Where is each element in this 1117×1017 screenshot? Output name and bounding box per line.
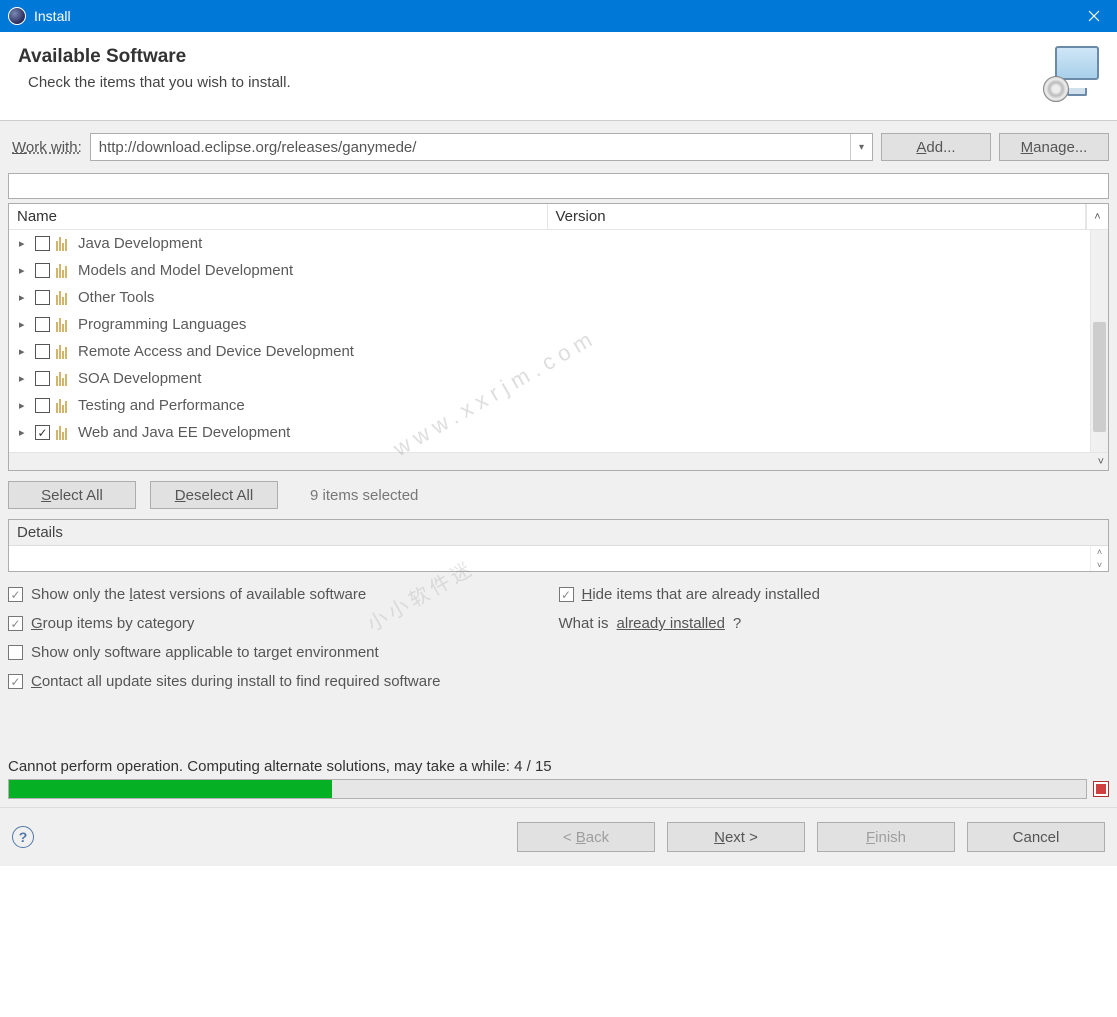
tree-item-label: SOA Development [78, 370, 201, 387]
tree-item-label: Programming Languages [78, 316, 246, 333]
checkbox[interactable]: ✓ [35, 425, 50, 440]
software-tree: Name Version ˄ ▸ Java Development ▸ Models… [8, 203, 1109, 471]
expander-icon[interactable]: ▸ [19, 318, 31, 331]
details-panel: Details ˄˅ [8, 519, 1109, 572]
checkbox[interactable] [35, 263, 50, 278]
category-icon [56, 372, 72, 386]
tree-row[interactable]: ▸ ✓ Web and Java EE Development [9, 419, 1090, 446]
category-icon [56, 291, 72, 305]
expander-icon[interactable]: ▸ [19, 399, 31, 412]
checkbox[interactable] [8, 674, 23, 689]
scroll-down-icon[interactable]: ˅ [9, 452, 1108, 470]
expander-icon[interactable]: ▸ [19, 372, 31, 385]
category-icon [56, 318, 72, 332]
already-installed-link: What is already installed? [559, 615, 1110, 632]
checkbox[interactable] [559, 587, 574, 602]
close-button[interactable] [1071, 0, 1117, 32]
wizard-header: Available Software Check the items that … [0, 32, 1117, 121]
tree-row[interactable]: ▸ Java Development [9, 230, 1090, 257]
tree-item-label: Other Tools [78, 289, 154, 306]
category-icon [56, 237, 72, 251]
tree-item-label: Java Development [78, 235, 202, 252]
work-with-input[interactable] [91, 134, 850, 160]
opt-contact[interactable]: Contact all update sites during install … [8, 673, 1109, 690]
tree-item-label: Models and Model Development [78, 262, 293, 279]
manage-button[interactable]: Manage... [999, 133, 1109, 161]
button-bar: ? < Back Next > Finish Cancel [0, 807, 1117, 866]
back-button[interactable]: < Back [517, 822, 655, 852]
checkbox[interactable] [35, 344, 50, 359]
cancel-button[interactable]: Cancel [967, 822, 1105, 852]
opt-hide[interactable]: Hide items that are already installed [559, 586, 1110, 603]
progress-bar [8, 779, 1087, 799]
tree-row[interactable]: ▸ SOA Development [9, 365, 1090, 392]
column-name[interactable]: Name [9, 204, 548, 229]
tree-item-label: Remote Access and Device Development [78, 343, 354, 360]
opt-group[interactable]: Group items by category [8, 615, 559, 632]
checkbox[interactable] [35, 317, 50, 332]
page-title: Available Software [18, 46, 1043, 68]
checkbox[interactable] [35, 236, 50, 251]
add-button[interactable]: Add... [881, 133, 991, 161]
already-installed-anchor[interactable]: already installed [617, 615, 725, 632]
expander-icon[interactable]: ▸ [19, 345, 31, 358]
deselect-all-button[interactable]: Deselect All [150, 481, 278, 509]
vertical-scrollbar[interactable] [1090, 230, 1108, 452]
column-version[interactable]: Version [548, 204, 1087, 229]
checkbox[interactable] [35, 290, 50, 305]
scrollbar-thumb[interactable] [1093, 322, 1106, 432]
window-title: Install [34, 8, 1071, 24]
opt-applicable[interactable]: Show only software applicable to target … [8, 644, 559, 661]
work-with-label: Work with: [8, 139, 82, 156]
tree-row[interactable]: ▸ Other Tools [9, 284, 1090, 311]
eclipse-icon [8, 7, 26, 25]
install-banner-icon [1043, 46, 1099, 102]
category-icon [56, 426, 72, 440]
expander-icon[interactable]: ▸ [19, 291, 31, 304]
tree-header: Name Version ˄ [9, 204, 1108, 230]
wizard-body: Work with: ▾ Add... Manage... Name Versi… [0, 121, 1117, 807]
checkbox[interactable] [8, 587, 23, 602]
work-with-combo[interactable]: ▾ [90, 133, 873, 161]
help-button[interactable]: ? [12, 826, 34, 848]
select-all-button[interactable]: Select All [8, 481, 136, 509]
finish-button[interactable]: Finish [817, 822, 955, 852]
checkbox[interactable] [8, 645, 23, 660]
status-section: Cannot perform operation. Computing alte… [8, 708, 1109, 799]
tree-row[interactable]: ▸ Programming Languages [9, 311, 1090, 338]
selection-toolbar: Select All Deselect All 9 items selected [8, 481, 1109, 509]
tree-row[interactable]: ▸ Remote Access and Device Development [9, 338, 1090, 365]
stop-button[interactable] [1093, 781, 1109, 797]
status-text: Cannot perform operation. Computing alte… [8, 758, 1109, 779]
category-icon [56, 345, 72, 359]
titlebar: Install [0, 0, 1117, 32]
scroll-up-icon[interactable]: ˄ [1086, 204, 1108, 229]
expander-icon[interactable]: ▸ [19, 426, 31, 439]
category-icon [56, 264, 72, 278]
selection-count: 9 items selected [292, 487, 418, 504]
checkbox[interactable] [35, 371, 50, 386]
work-with-row: Work with: ▾ Add... Manage... [8, 133, 1109, 161]
next-button[interactable]: Next > [667, 822, 805, 852]
page-subtitle: Check the items that you wish to install… [18, 74, 1043, 91]
checkbox[interactable] [35, 398, 50, 413]
category-icon [56, 399, 72, 413]
dropdown-icon[interactable]: ▾ [850, 134, 872, 160]
expander-icon[interactable]: ▸ [19, 264, 31, 277]
tree-rows: ▸ Java Development ▸ Models and Model Deve… [9, 230, 1090, 452]
tree-row[interactable]: ▸ Models and Model Development [9, 257, 1090, 284]
filter-input[interactable] [8, 173, 1109, 199]
close-icon [1088, 10, 1100, 22]
tree-item-label: Web and Java EE Development [78, 424, 290, 441]
checkbox[interactable] [8, 616, 23, 631]
tree-row[interactable]: ▸ Testing and Performance [9, 392, 1090, 419]
details-label: Details [9, 520, 1108, 545]
details-text [9, 546, 1090, 571]
expander-icon[interactable]: ▸ [19, 237, 31, 250]
details-scrollbar[interactable]: ˄˅ [1090, 546, 1108, 571]
opt-latest[interactable]: Show only the latest versions of availab… [8, 586, 559, 603]
options-grid: Show only the latest versions of availab… [8, 586, 1109, 690]
progress-fill [9, 780, 332, 798]
tree-item-label: Testing and Performance [78, 397, 245, 414]
